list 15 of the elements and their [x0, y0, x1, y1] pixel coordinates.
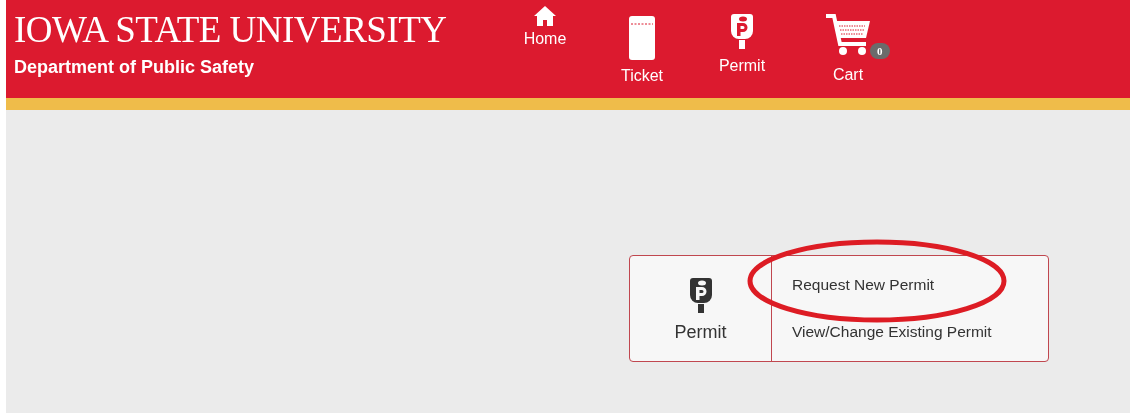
parking-meter-icon [689, 276, 712, 314]
parking-meter-icon [731, 12, 753, 50]
nav-link[interactable]: Cart 0 [818, 0, 896, 84]
nav-link[interactable]: Home [520, 0, 570, 48]
cart-count-badge: 0 [870, 43, 890, 59]
cart-icon [824, 13, 872, 57]
department-name: Department of Public Safety [14, 57, 255, 78]
university-logo-text[interactable]: IOWA STATE UNIVERSITY [14, 10, 447, 50]
nav-link[interactable]: Ticket [612, 0, 672, 85]
ticket-icon [628, 16, 656, 60]
permit-option-link[interactable]: View/Change Existing Permit [792, 323, 992, 341]
permit-option-link[interactable]: Request New Permit [792, 276, 992, 294]
nav-link[interactable]: Permit [710, 0, 774, 75]
home-icon [533, 5, 557, 27]
card-title: Permit [674, 322, 727, 343]
